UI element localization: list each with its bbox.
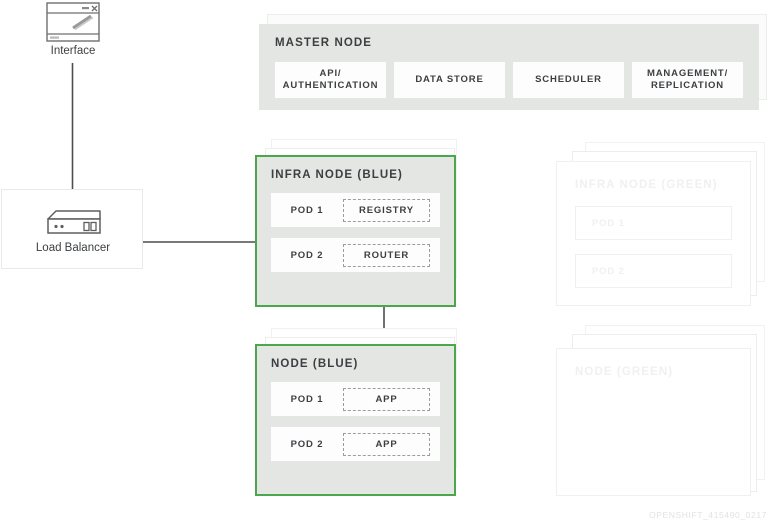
pod-workload-registry[interactable]: REGISTRY bbox=[343, 198, 430, 222]
interface-label: Interface bbox=[50, 45, 96, 57]
network-appliance-icon bbox=[42, 208, 106, 240]
master-node-card[interactable]: MASTER NODE API/ AUTHENTICATION DATA STO… bbox=[259, 24, 759, 110]
node-blue-card[interactable]: NODE (BLUE) POD 1 APP POD 2 APP bbox=[255, 344, 456, 496]
pod-label: POD 1 bbox=[290, 393, 324, 405]
infra-node-green-title: INFRA NODE (GREEN) bbox=[575, 179, 718, 191]
master-component-data-store[interactable]: DATA STORE bbox=[394, 62, 505, 98]
node-green-title: NODE (GREEN) bbox=[575, 366, 674, 378]
load-balancer-label: Load Balancer bbox=[35, 242, 111, 254]
pod-row[interactable]: POD 2 ROUTER bbox=[271, 238, 440, 272]
pod-label: POD 1 bbox=[290, 204, 324, 216]
node-blue-title: NODE (BLUE) bbox=[271, 358, 359, 370]
infra-node-blue-pods: POD 1 REGISTRY POD 2 ROUTER bbox=[271, 193, 440, 272]
watermark-label: OPENSHIFT_415490_0217 bbox=[649, 510, 767, 520]
pod-label: POD 2 bbox=[290, 249, 324, 261]
infra-node-green-pods: POD 1 POD 2 bbox=[575, 206, 732, 288]
load-balancer-box[interactable]: Load Balancer bbox=[1, 189, 143, 269]
architecture-diagram: Interface Load Balancer MASTER NODE API/… bbox=[0, 0, 773, 526]
master-node-components: API/ AUTHENTICATION DATA STORE SCHEDULER… bbox=[275, 62, 743, 98]
master-component-line1: MANAGEMENT/ bbox=[646, 68, 729, 80]
pod-row[interactable]: POD 2 APP bbox=[271, 427, 440, 461]
master-node-title: MASTER NODE bbox=[275, 37, 373, 49]
pod-row[interactable]: POD 2 bbox=[575, 254, 732, 288]
node-blue-pods: POD 1 APP POD 2 APP bbox=[271, 382, 440, 461]
pod-label: POD 2 bbox=[592, 265, 625, 277]
pod-workload-app-2[interactable]: APP bbox=[343, 432, 430, 456]
pod-label: POD 2 bbox=[290, 438, 324, 450]
master-component-line1: DATA STORE bbox=[415, 74, 484, 86]
browser-window-icon bbox=[46, 2, 100, 42]
infra-node-blue-title: INFRA NODE (BLUE) bbox=[271, 169, 403, 181]
pod-label: POD 1 bbox=[592, 217, 625, 229]
master-component-line1: API/ bbox=[319, 68, 342, 80]
master-component-line2: REPLICATION bbox=[650, 80, 725, 91]
pod-workload-router[interactable]: ROUTER bbox=[343, 243, 430, 267]
pod-workload-app-1[interactable]: APP bbox=[343, 387, 430, 411]
master-component-line2: AUTHENTICATION bbox=[282, 80, 379, 91]
pod-row[interactable]: POD 1 APP bbox=[271, 382, 440, 416]
master-component-scheduler[interactable]: SCHEDULER bbox=[513, 62, 624, 98]
master-component-api-authentication[interactable]: API/ AUTHENTICATION bbox=[275, 62, 386, 98]
infra-node-green-card[interactable]: INFRA NODE (GREEN) POD 1 POD 2 bbox=[556, 161, 751, 306]
master-component-line1: SCHEDULER bbox=[535, 74, 602, 86]
pod-row[interactable]: POD 1 bbox=[575, 206, 732, 240]
master-component-management-replication[interactable]: MANAGEMENT/ REPLICATION bbox=[632, 62, 743, 98]
infra-node-blue-card[interactable]: INFRA NODE (BLUE) POD 1 REGISTRY POD 2 R… bbox=[255, 155, 456, 307]
pod-row[interactable]: POD 1 REGISTRY bbox=[271, 193, 440, 227]
node-green-card[interactable]: NODE (GREEN) bbox=[556, 348, 751, 496]
